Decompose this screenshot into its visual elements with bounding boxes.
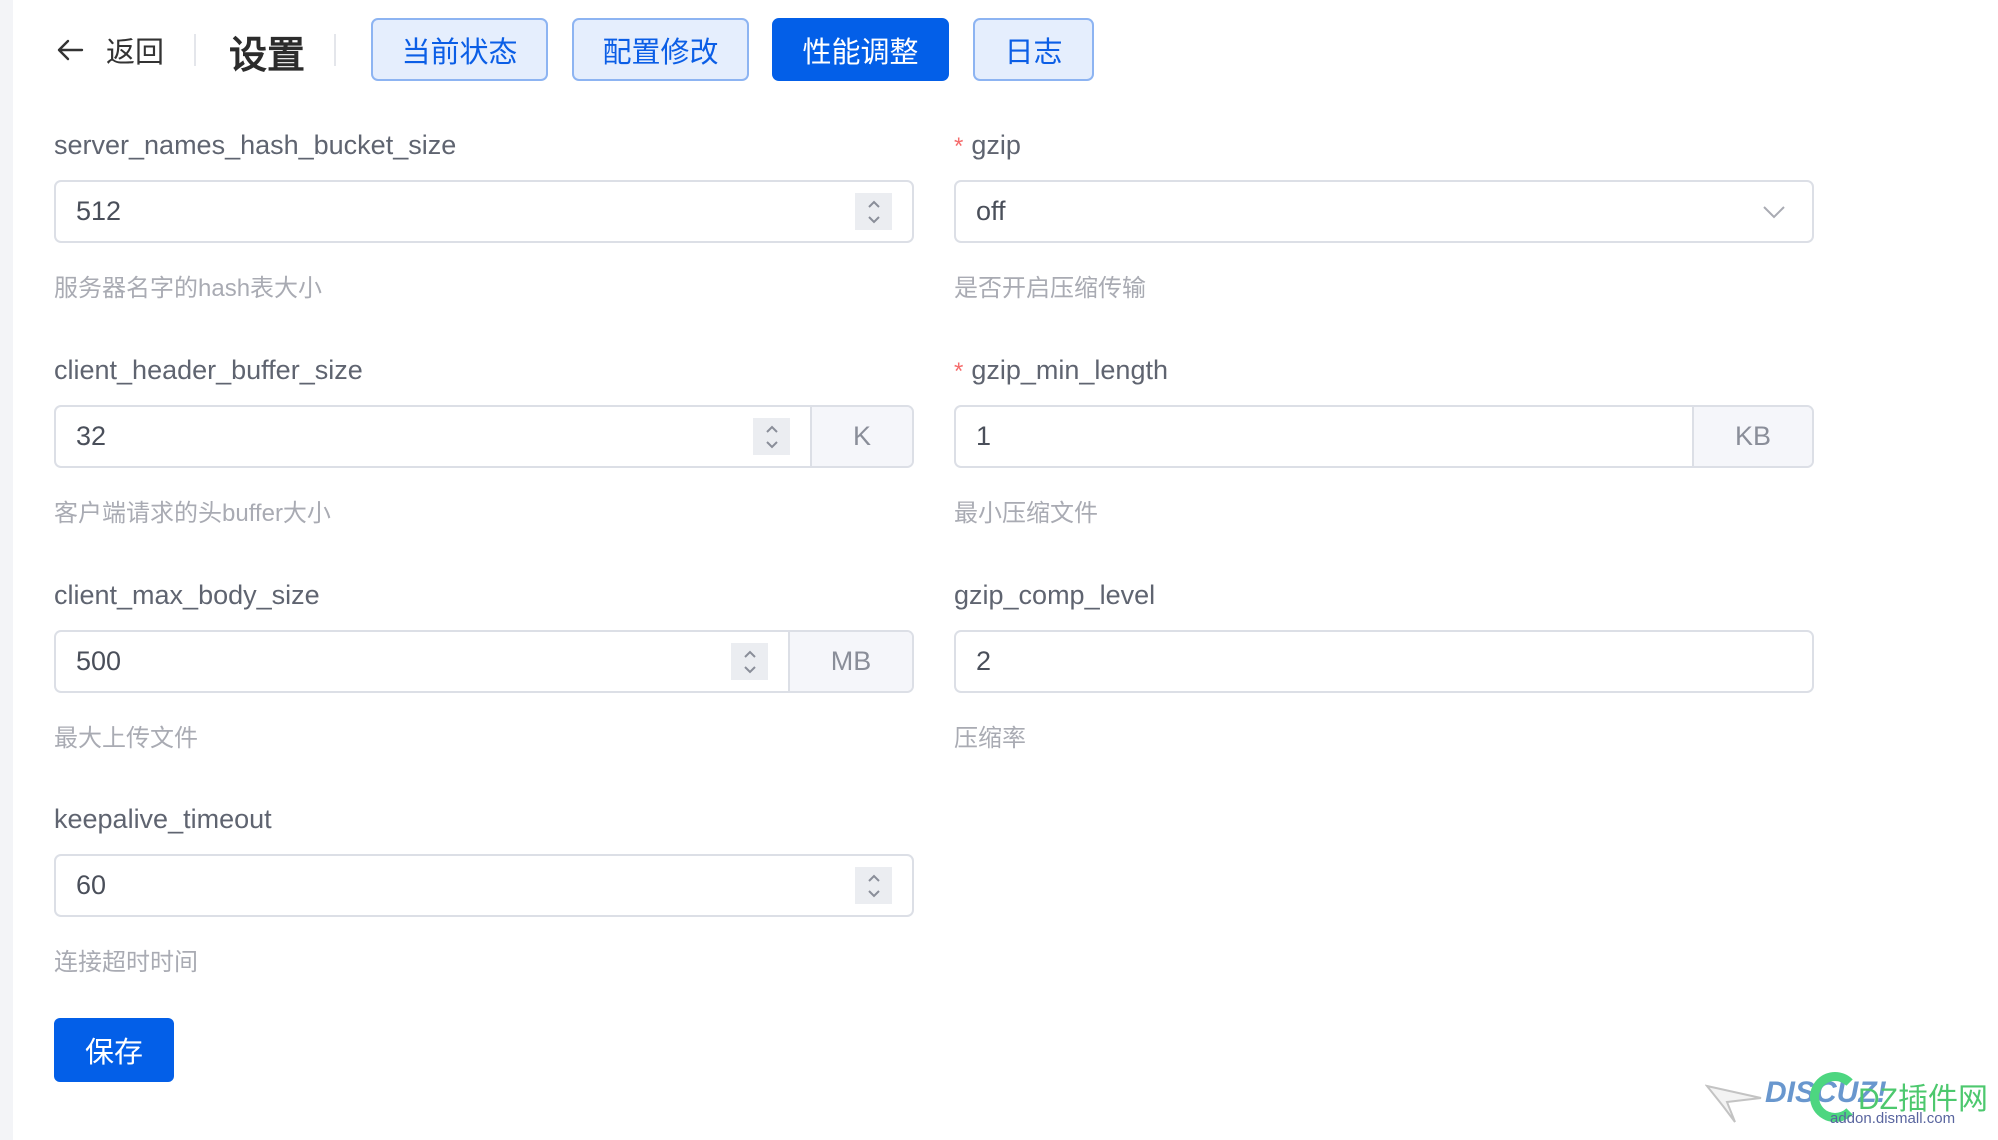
arrow-left-icon (57, 39, 84, 61)
field-hint: 最大上传文件 (54, 725, 198, 752)
unit-suffix: KB (1692, 407, 1812, 466)
back-label: 返回 (106, 37, 165, 69)
chevron-down-icon[interactable] (1754, 182, 1794, 241)
tab-label: 日志 (1004, 36, 1063, 69)
field-client-max-body-size: client_max_body_size MB 最大上传文件 (54, 577, 914, 752)
required-marker: * (954, 358, 964, 385)
gzip-min-length-input[interactable] (956, 407, 1692, 466)
client-max-body-size-input[interactable] (56, 632, 731, 691)
gzip-select[interactable] (954, 180, 1814, 243)
save-label: 保存 (84, 1037, 143, 1069)
field-label: keepalive_timeout (54, 804, 272, 834)
field-label: client_header_buffer_size (54, 355, 363, 385)
header-divider (194, 34, 196, 66)
server-names-hash-bucket-size-input[interactable] (56, 182, 855, 241)
stepper-arrows-icon (867, 874, 880, 897)
field-hint: 客户端请求的头buffer大小 (54, 500, 331, 527)
tab-label: 性能调整 (802, 36, 919, 69)
tab-label: 当前状态 (401, 36, 518, 69)
number-stepper[interactable] (731, 643, 768, 680)
field-gzip-comp-level: gzip_comp_level 压缩率 (954, 577, 1814, 752)
tab-label: 配置修改 (602, 36, 719, 69)
stepper-arrows-icon (743, 650, 756, 673)
number-stepper[interactable] (753, 418, 790, 455)
stepper-arrows-icon (867, 200, 880, 223)
number-input-wrapper: MB (54, 630, 914, 693)
tab-logs[interactable]: 日志 (973, 18, 1094, 81)
unit-suffix: MB (788, 632, 912, 691)
field-server-names-hash-bucket-size: server_names_hash_bucket_size 服务器名字的hash… (54, 127, 914, 302)
field-keepalive-timeout: keepalive_timeout 连接超时时间 (54, 801, 914, 976)
field-gzip: *gzip 是否开启压缩传输 (954, 127, 1814, 302)
text-input-wrapper: KB (954, 405, 1814, 468)
gzip-select-value[interactable] (956, 182, 1754, 241)
number-input-wrapper (54, 180, 914, 243)
page-header: 返回 设置 当前状态 配置修改 性能调整 日志 (0, 0, 1998, 100)
save-button[interactable]: 保存 (54, 1018, 174, 1082)
field-label: server_names_hash_bucket_size (54, 130, 457, 160)
field-hint: 服务器名字的hash表大小 (54, 275, 323, 302)
tab-performance-tuning[interactable]: 性能调整 (772, 18, 949, 81)
field-hint: 是否开启压缩传输 (954, 275, 1146, 302)
tab-config-edit[interactable]: 配置修改 (572, 18, 749, 81)
field-hint: 压缩率 (954, 725, 1026, 752)
required-marker: * (954, 133, 964, 160)
field-label: gzip_comp_level (954, 580, 1156, 610)
client-header-buffer-size-input[interactable] (56, 407, 753, 466)
number-stepper[interactable] (855, 867, 892, 904)
page-title: 设置 (229, 35, 306, 77)
number-input-wrapper (54, 854, 914, 917)
paper-plane-icon (1705, 1084, 1762, 1123)
field-label: client_max_body_size (54, 580, 320, 610)
tab-current-status[interactable]: 当前状态 (371, 18, 548, 81)
keepalive-timeout-input[interactable] (56, 856, 855, 915)
field-label: * gzip (954, 130, 1021, 160)
left-rail (0, 0, 13, 1140)
field-label: * gzip_min_length (954, 355, 1168, 385)
number-input-wrapper: K (54, 405, 914, 468)
number-stepper[interactable] (855, 193, 892, 230)
back-button[interactable]: 返回 (56, 30, 164, 70)
field-gzip-min-length: *gzip_min_length KB 最小压缩文件 (954, 352, 1814, 527)
gzip-comp-level-input[interactable] (956, 632, 1812, 691)
field-client-header-buffer-size: client_header_buffer_size K 客户端请求的头buffe… (54, 352, 914, 527)
watermark-url: addon.dismall.com (1830, 1110, 1956, 1127)
stepper-arrows-icon (765, 425, 778, 448)
field-hint: 连接超时时间 (54, 949, 198, 976)
text-input-wrapper (954, 630, 1814, 693)
unit-suffix: K (810, 407, 912, 466)
header-divider (334, 34, 336, 66)
watermark: DISCUZ! DZ插件网 addon.dismall.com (1705, 1070, 1995, 1130)
field-hint: 最小压缩文件 (954, 500, 1098, 527)
